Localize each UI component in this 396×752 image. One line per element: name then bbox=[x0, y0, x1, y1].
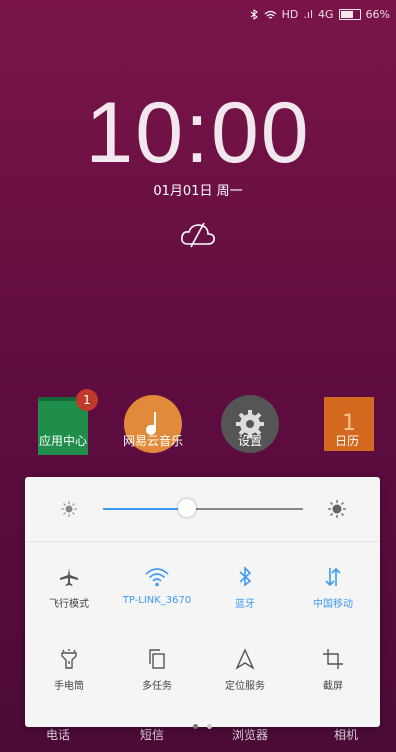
brightness-row bbox=[25, 477, 380, 542]
tile-label: 手电筒 bbox=[54, 681, 84, 692]
network-label: 4G bbox=[318, 8, 334, 21]
tile-label: TP-LINK_3670 bbox=[122, 595, 192, 606]
tile-airplane-mode[interactable]: 飞行模式 bbox=[25, 565, 113, 625]
screenshot-icon bbox=[323, 649, 343, 669]
tile-location[interactable]: 定位服务 bbox=[201, 647, 289, 707]
battery-icon bbox=[338, 9, 361, 20]
location-icon bbox=[235, 648, 255, 670]
tile-flashlight[interactable]: 手电筒 bbox=[25, 647, 113, 707]
tile-label: 定位服务 bbox=[225, 681, 265, 692]
tile-label: 中国移动 bbox=[313, 599, 353, 610]
tile-multitask[interactable]: 多任务 bbox=[113, 647, 201, 707]
wifi-icon bbox=[145, 568, 169, 587]
flashlight-icon bbox=[61, 649, 77, 669]
battery-percent: 66% bbox=[365, 8, 390, 21]
signal-bars-icon: .ıl bbox=[303, 8, 314, 21]
multitask-icon bbox=[149, 649, 165, 669]
page-dot bbox=[207, 724, 213, 729]
tile-screenshot[interactable]: 截屏 bbox=[289, 647, 377, 707]
app-label-settings: 设置 bbox=[237, 434, 262, 448]
tile-label: 多任务 bbox=[142, 681, 172, 692]
quick-settings-panel: 飞行模式 TP-LINK_3670 蓝牙 中国移动 手电筒 多任务 定位服务 截… bbox=[25, 477, 380, 729]
bluetooth-status-icon bbox=[250, 9, 258, 20]
tile-mobile-data[interactable]: 中国移动 bbox=[289, 565, 377, 625]
airplane-icon bbox=[60, 568, 78, 586]
weather-cloud-icon[interactable] bbox=[178, 220, 218, 250]
brightness-high-icon bbox=[328, 500, 346, 518]
data-icon bbox=[325, 567, 341, 587]
clock-time: 10:00 bbox=[85, 85, 311, 181]
brightness-fill bbox=[103, 508, 187, 510]
tile-bluetooth[interactable]: 蓝牙 bbox=[201, 565, 289, 625]
tile-label: 截屏 bbox=[323, 681, 343, 692]
app-label-center: 应用中心 bbox=[38, 434, 87, 448]
wifi-status-icon bbox=[264, 10, 277, 19]
clock-date: 01月01日 周一 bbox=[153, 184, 243, 199]
tile-wifi[interactable]: TP-LINK_3670 bbox=[113, 565, 201, 625]
signal-label: HD bbox=[281, 8, 299, 21]
home-app-row: 1 1 bbox=[0, 389, 396, 465]
brightness-thumb[interactable] bbox=[178, 499, 196, 517]
page-dot-active bbox=[192, 724, 198, 729]
app-label-calendar: 日历 bbox=[334, 434, 359, 448]
tile-label: 飞行模式 bbox=[49, 599, 89, 610]
tile-label: 蓝牙 bbox=[235, 599, 255, 610]
app-label-music: 网易云音乐 bbox=[122, 434, 183, 448]
brightness-slider[interactable] bbox=[103, 499, 303, 517]
brightness-low-icon bbox=[61, 501, 77, 517]
bluetooth-icon bbox=[239, 566, 252, 587]
page-indicator bbox=[25, 714, 380, 733]
notification-badge: 1 bbox=[76, 389, 98, 411]
status-bar: HD .ıl 4G 66% bbox=[250, 8, 390, 21]
